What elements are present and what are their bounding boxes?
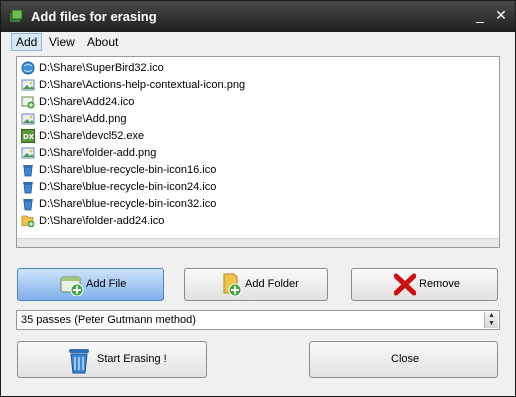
file-path: D:\Share\SuperBird32.ico — [39, 62, 164, 74]
remove-x-icon — [393, 273, 417, 309]
list-scroll-area[interactable] — [17, 238, 499, 247]
file-path: D:\Share\blue-recycle-bin-icon24.ico — [39, 181, 217, 193]
globe-icon — [21, 61, 35, 75]
file-path: D:\Share\devcl52.exe — [39, 130, 145, 142]
remove-label: Remove — [419, 278, 460, 290]
recycle-bin-icon — [21, 180, 35, 194]
menu-view[interactable]: View — [45, 34, 79, 50]
file-path: D:\Share\folder-add24.ico — [39, 215, 165, 227]
file-list-item[interactable]: D:\Share\Actions-help-contextual-icon.pn… — [21, 77, 491, 94]
file-list-item[interactable]: D:\Share\Add24.ico — [21, 94, 491, 111]
add-file-button[interactable]: Add File — [17, 268, 164, 301]
file-path: D:\Share\Add.png — [39, 113, 127, 125]
file-list-item[interactable]: D:\Share\blue-recycle-bin-icon16.ico — [21, 162, 491, 179]
minimize-button[interactable]: _ — [471, 6, 489, 24]
file-path: D:\Share\folder-add.png — [39, 147, 157, 159]
file-path: D:\Share\Actions-help-contextual-icon.pn… — [39, 79, 246, 91]
file-list-item[interactable]: D:\Share\blue-recycle-bin-icon32.ico — [21, 196, 491, 213]
folder-add-icon — [21, 214, 35, 228]
spin-arrows-icon[interactable]: ▲ ▼ — [484, 312, 498, 328]
window-title: Add files for erasing — [31, 9, 157, 24]
start-erasing-button[interactable]: Start Erasing ! — [17, 341, 207, 378]
menu-about[interactable]: About — [83, 34, 122, 50]
file-path: D:\Share\blue-recycle-bin-icon16.ico — [39, 164, 217, 176]
dx-exe-icon: DX — [21, 129, 35, 143]
add-folder-button[interactable]: Add Folder — [184, 268, 328, 301]
erase-method-value: 35 passes (Peter Gutmann method) — [21, 314, 196, 326]
file-list[interactable]: D:\Share\SuperBird32.ico D:\Share\Actions… — [16, 56, 500, 248]
menu-bar: Add View About — [5, 32, 513, 52]
erase-method-select[interactable]: 35 passes (Peter Gutmann method) ▲ ▼ — [16, 310, 500, 330]
add-folder-label: Add Folder — [245, 278, 299, 290]
add-image-icon — [21, 95, 35, 109]
file-list-item[interactable]: DX D:\Share\devcl52.exe — [21, 128, 491, 145]
image-file-icon — [21, 146, 35, 160]
remove-button[interactable]: Remove — [351, 268, 498, 301]
close-label: Close — [391, 353, 420, 365]
close-window-button[interactable]: ✕ — [492, 6, 510, 24]
add-file-icon — [60, 274, 84, 309]
svg-text:DX: DX — [23, 133, 35, 141]
folder-add-icon — [221, 273, 243, 310]
menu-add[interactable]: Add — [11, 33, 43, 51]
app-icon — [9, 9, 25, 23]
start-erasing-label: Start Erasing ! — [97, 353, 167, 365]
file-list-item[interactable]: D:\Share\SuperBird32.ico — [21, 60, 491, 77]
file-path: D:\Share\blue-recycle-bin-icon32.ico — [39, 198, 217, 210]
image-file-icon — [21, 78, 35, 92]
recycle-bin-icon — [21, 163, 35, 177]
title-bar[interactable]: Add files for erasing _ ✕ — [1, 1, 515, 32]
recycle-bin-icon — [66, 345, 92, 390]
file-list-item[interactable]: D:\Share\folder-add24.ico — [21, 213, 491, 230]
add-file-label: Add File — [86, 278, 127, 290]
file-list-item[interactable]: D:\Share\Add.png — [21, 111, 491, 128]
recycle-bin-icon — [21, 197, 35, 211]
close-button[interactable]: Close — [309, 341, 498, 378]
file-path: D:\Share\Add24.ico — [39, 96, 135, 108]
add-files-window: Add files for erasing _ ✕ Add View About… — [0, 0, 516, 397]
file-list-item[interactable]: D:\Share\blue-recycle-bin-icon24.ico — [21, 179, 491, 196]
file-list-item[interactable]: D:\Share\folder-add.png — [21, 145, 491, 162]
image-file-icon — [21, 112, 35, 126]
